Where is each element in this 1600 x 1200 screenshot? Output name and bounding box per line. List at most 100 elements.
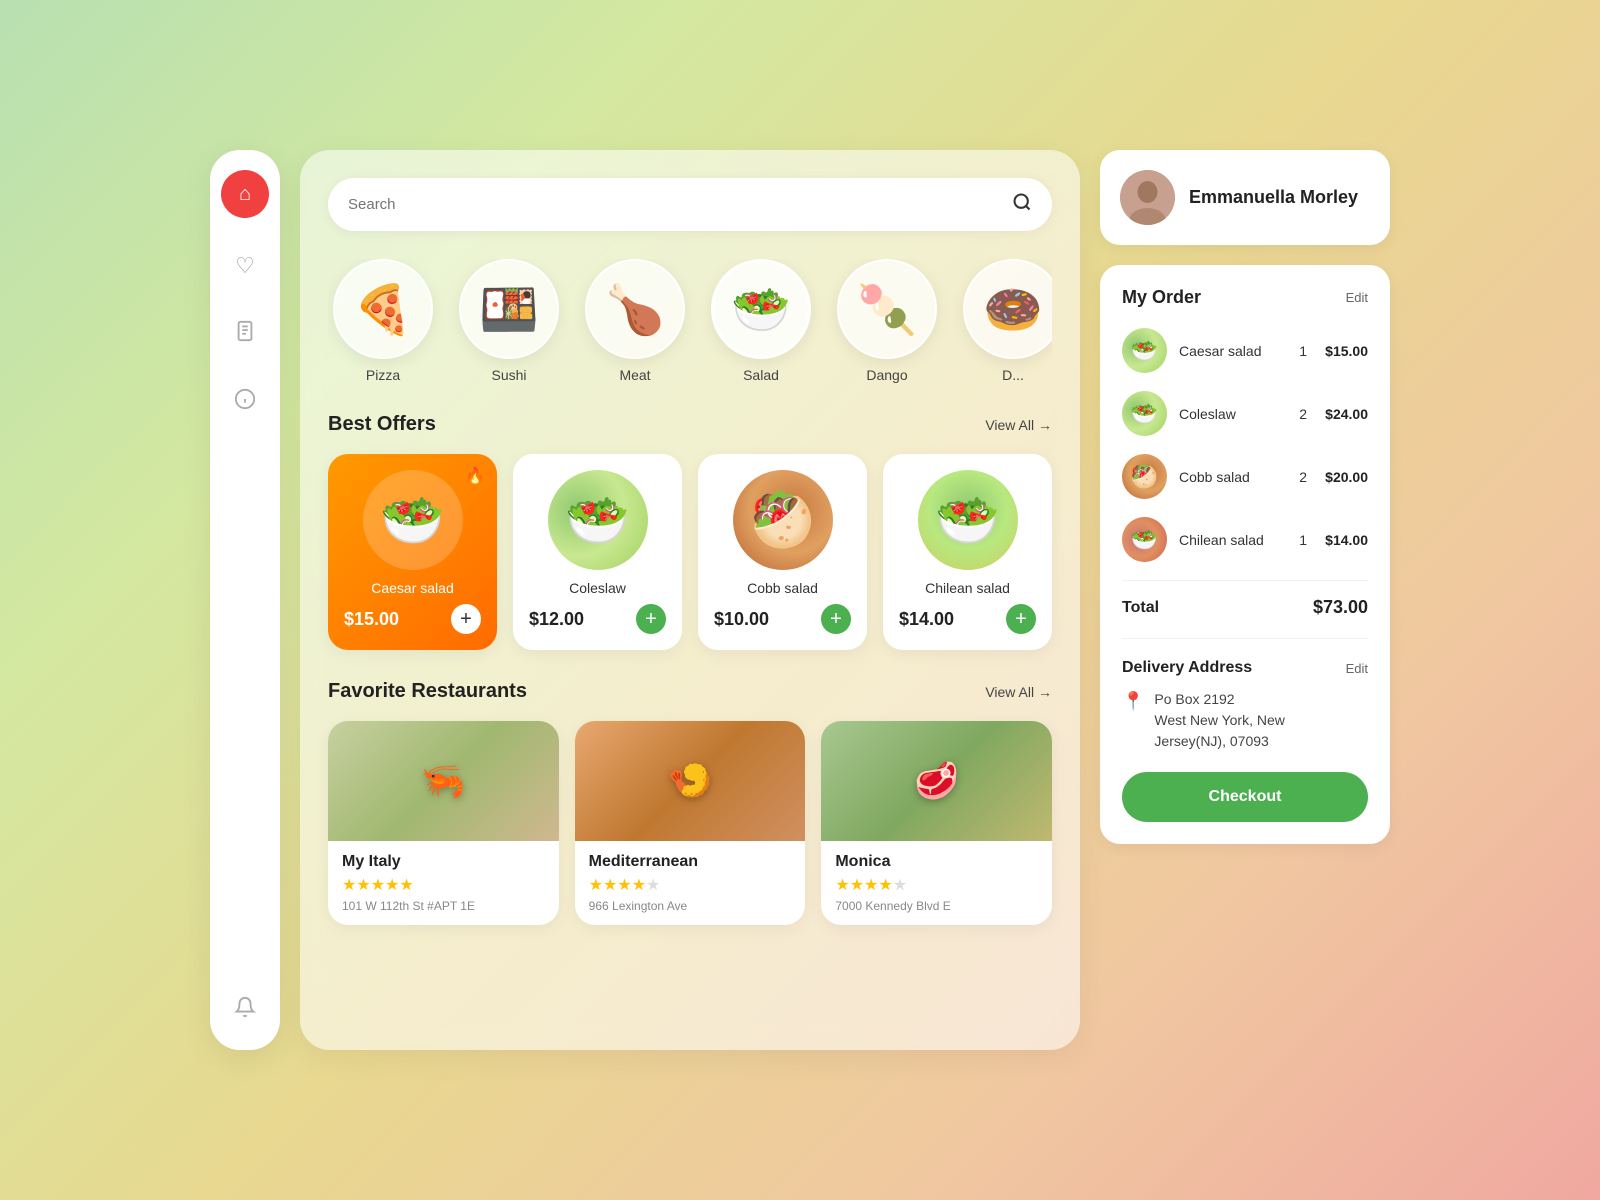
category-label-salad: Salad bbox=[743, 367, 779, 383]
notifications-button[interactable] bbox=[225, 990, 265, 1030]
delivery-address: 📍 Po Box 2192 West New York, New Jersey(… bbox=[1122, 689, 1368, 752]
location-pin-icon: 📍 bbox=[1122, 691, 1144, 712]
offer-image-caesar: 🥗 bbox=[363, 470, 463, 570]
offer-bottom-cobb: $10.00 + bbox=[714, 604, 851, 634]
delivery-edit-button[interactable]: Edit bbox=[1346, 661, 1368, 676]
add-coleslaw-button[interactable]: + bbox=[636, 604, 666, 634]
user-name: Emmanuella Morley bbox=[1189, 187, 1358, 208]
offer-price-cobb: $10.00 bbox=[714, 609, 769, 630]
order-item-qty-chilean: 1 bbox=[1293, 532, 1313, 548]
order-panel: My Order Edit 🥗 Caesar salad 1 $15.00 🥗 … bbox=[1100, 265, 1390, 844]
category-sushi[interactable]: 🍱 Sushi bbox=[454, 259, 564, 383]
search-input[interactable] bbox=[348, 196, 1012, 213]
order-item-chilean: 🥗 Chilean salad 1 $14.00 bbox=[1122, 517, 1368, 562]
restaurant-name-mediterranean: Mediterranean bbox=[589, 853, 792, 871]
app-container: ⌂ ♡ bbox=[210, 150, 1390, 1050]
restaurants-title: Favorite Restaurants bbox=[328, 680, 527, 703]
category-label-dango: Dango bbox=[866, 367, 907, 383]
restaurant-image-my-italy: 🦐 bbox=[328, 721, 559, 841]
order-item-name-caesar: Caesar salad bbox=[1179, 343, 1281, 359]
restaurant-image-mediterranean: 🍤 bbox=[575, 721, 806, 841]
offer-image-coleslaw: 🥗 bbox=[548, 470, 648, 570]
best-offers-header: Best Offers View All → bbox=[328, 413, 1052, 436]
restaurants-view-all[interactable]: View All → bbox=[985, 684, 1052, 700]
category-circle-salad: 🥗 bbox=[711, 259, 811, 359]
order-item-name-chilean: Chilean salad bbox=[1179, 532, 1281, 548]
restaurant-info-mediterranean: Mediterranean ★★★★★ 966 Lexington Ave bbox=[575, 841, 806, 925]
restaurant-address-monica: 7000 Kennedy Blvd E bbox=[835, 899, 1038, 913]
order-header: My Order Edit bbox=[1122, 287, 1368, 308]
order-total: Total $73.00 bbox=[1122, 597, 1368, 618]
category-circle-pizza: 🍕 bbox=[333, 259, 433, 359]
add-chilean-button[interactable]: + bbox=[1006, 604, 1036, 634]
best-offers-view-all[interactable]: View All → bbox=[985, 417, 1052, 433]
home-icon: ⌂ bbox=[239, 183, 251, 206]
add-cobb-button[interactable]: + bbox=[821, 604, 851, 634]
bell-icon bbox=[234, 996, 256, 1024]
offer-card-coleslaw[interactable]: 🥗 Coleslaw $12.00 + bbox=[513, 454, 682, 650]
restaurants-grid: 🦐 My Italy ★★★★★ 101 W 112th St #APT 1E … bbox=[328, 721, 1052, 925]
order-item-image-cobb: 🥙 bbox=[1122, 454, 1167, 499]
offer-card-caesar[interactable]: 🔥 🥗 Caesar salad $15.00 + bbox=[328, 454, 497, 650]
add-caesar-button[interactable]: + bbox=[451, 604, 481, 634]
offer-card-chilean[interactable]: 🥗 Chilean salad $14.00 + bbox=[883, 454, 1052, 650]
restaurant-stars-mediterranean: ★★★★★ bbox=[589, 875, 792, 895]
receipt-icon bbox=[234, 320, 256, 348]
category-meat[interactable]: 🍗 Meat bbox=[580, 259, 690, 383]
category-label-meat: Meat bbox=[619, 367, 650, 383]
search-button[interactable] bbox=[1012, 192, 1032, 217]
order-item-image-coleslaw: 🥗 bbox=[1122, 391, 1167, 436]
hot-badge: 🔥 bbox=[465, 466, 485, 486]
user-card: Emmanuella Morley bbox=[1100, 150, 1390, 245]
order-edit-button[interactable]: Edit bbox=[1346, 290, 1368, 305]
category-dango[interactable]: 🍡 Dango bbox=[832, 259, 942, 383]
order-title: My Order bbox=[1122, 287, 1201, 308]
category-circle-sushi: 🍱 bbox=[459, 259, 559, 359]
order-item-name-cobb: Cobb salad bbox=[1179, 469, 1281, 485]
restaurant-card-mediterranean[interactable]: 🍤 Mediterranean ★★★★★ 966 Lexington Ave bbox=[575, 721, 806, 925]
delivery-header: Delivery Address Edit bbox=[1122, 659, 1368, 677]
offer-bottom-coleslaw: $12.00 + bbox=[529, 604, 666, 634]
right-panel: Emmanuella Morley My Order Edit 🥗 Caesar… bbox=[1100, 150, 1390, 844]
restaurant-address-mediterranean: 966 Lexington Ave bbox=[589, 899, 792, 913]
order-divider bbox=[1122, 580, 1368, 581]
categories: 🍕 Pizza 🍱 Sushi 🍗 Meat 🥗 Salad 🍡 Dango 🍩 bbox=[328, 259, 1052, 383]
category-label-pizza: Pizza bbox=[366, 367, 400, 383]
sidebar: ⌂ ♡ bbox=[210, 150, 280, 1050]
offer-card-cobb[interactable]: 🥙 Cobb salad $10.00 + bbox=[698, 454, 867, 650]
order-item-cobb: 🥙 Cobb salad 2 $20.00 bbox=[1122, 454, 1368, 499]
offer-price-chilean: $14.00 bbox=[899, 609, 954, 630]
order-item-price-chilean: $14.00 bbox=[1325, 532, 1368, 548]
delivery-title: Delivery Address bbox=[1122, 659, 1252, 677]
restaurant-card-my-italy[interactable]: 🦐 My Italy ★★★★★ 101 W 112th St #APT 1E bbox=[328, 721, 559, 925]
orders-button[interactable] bbox=[225, 314, 265, 354]
order-item-qty-coleslaw: 2 bbox=[1293, 406, 1313, 422]
restaurant-image-monica: 🥩 bbox=[821, 721, 1052, 841]
offers-grid: 🔥 🥗 Caesar salad $15.00 + 🥗 Coleslaw $12… bbox=[328, 454, 1052, 650]
restaurant-name-my-italy: My Italy bbox=[342, 853, 545, 871]
category-more[interactable]: 🍩 D... bbox=[958, 259, 1052, 383]
category-pizza[interactable]: 🍕 Pizza bbox=[328, 259, 438, 383]
restaurant-info-monica: Monica ★★★★★ 7000 Kennedy Blvd E bbox=[821, 841, 1052, 925]
offer-name-cobb: Cobb salad bbox=[714, 580, 851, 596]
category-circle-more: 🍩 bbox=[963, 259, 1052, 359]
favorites-button[interactable]: ♡ bbox=[225, 246, 265, 286]
checkout-button[interactable]: Checkout bbox=[1122, 772, 1368, 822]
order-item-price-cobb: $20.00 bbox=[1325, 469, 1368, 485]
restaurant-card-monica[interactable]: 🥩 Monica ★★★★★ 7000 Kennedy Blvd E bbox=[821, 721, 1052, 925]
category-salad[interactable]: 🥗 Salad bbox=[706, 259, 816, 383]
restaurant-info-my-italy: My Italy ★★★★★ 101 W 112th St #APT 1E bbox=[328, 841, 559, 925]
info-button[interactable] bbox=[225, 382, 265, 422]
offer-price-caesar: $15.00 bbox=[344, 609, 399, 630]
offer-name-coleslaw: Coleslaw bbox=[529, 580, 666, 596]
order-item-qty-cobb: 2 bbox=[1293, 469, 1313, 485]
home-button[interactable]: ⌂ bbox=[221, 170, 269, 218]
offer-name-chilean: Chilean salad bbox=[899, 580, 1036, 596]
restaurants-header: Favorite Restaurants View All → bbox=[328, 680, 1052, 703]
offer-image-chilean: 🥗 bbox=[918, 470, 1018, 570]
total-label: Total bbox=[1122, 599, 1159, 617]
info-icon bbox=[234, 388, 256, 416]
offer-name-caesar: Caesar salad bbox=[344, 580, 481, 596]
order-item-coleslaw: 🥗 Coleslaw 2 $24.00 bbox=[1122, 391, 1368, 436]
order-item-price-caesar: $15.00 bbox=[1325, 343, 1368, 359]
